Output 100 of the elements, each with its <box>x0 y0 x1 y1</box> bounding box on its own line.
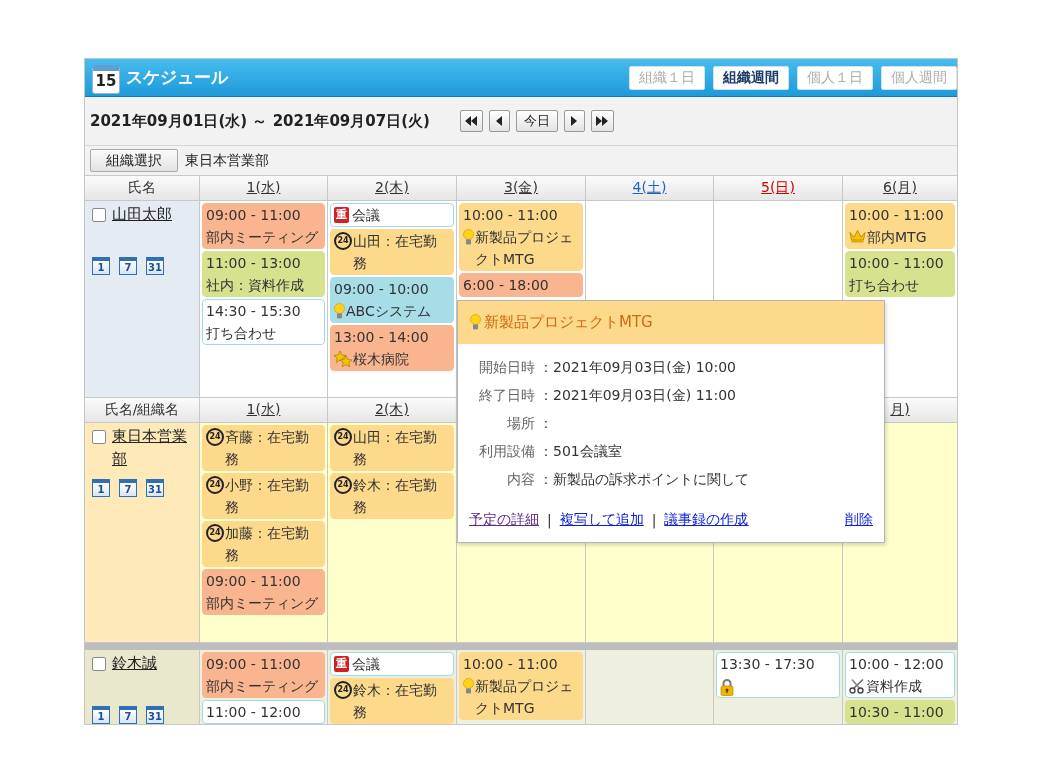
schedule-entry[interactable]: 6:00 - 18:00 <box>459 273 583 297</box>
action-link[interactable]: 予定の詳細 <box>469 511 539 529</box>
day-link[interactable]: 3(金) <box>504 179 538 197</box>
triangle-right-icon <box>571 116 577 126</box>
schedule-entry[interactable]: 重 会議 <box>330 203 454 227</box>
entry-time: 13:00 - 14:00 <box>334 329 429 345</box>
calendar-icon[interactable]: 7 <box>119 257 137 275</box>
view-tab[interactable]: 組織週間 <box>713 65 789 90</box>
day-link[interactable]: 4(土) <box>632 179 667 197</box>
entry-time: 10:00 - 11:00 <box>849 255 944 271</box>
next-button[interactable] <box>564 110 585 132</box>
day-link[interactable]: 6(月) <box>883 179 917 197</box>
action-link[interactable]: 議事録の作成 <box>664 511 749 529</box>
entry-time: 09:00 - 10:00 <box>334 281 429 297</box>
delete-link[interactable]: 削除 <box>845 511 873 529</box>
scissors-icon <box>849 678 865 694</box>
entry-title: 山田：在宅勤務 <box>353 232 438 273</box>
crown-icon <box>849 229 866 243</box>
entry-title: 打ち合わせ <box>849 276 919 295</box>
field-value: ：新製品の訴求ポイントに関して <box>539 471 749 489</box>
field-value: ：501会議室 <box>539 443 622 461</box>
calendar-logo: 15 <box>92 64 120 94</box>
schedule-entry[interactable]: 24 鈴木：在宅勤務 <box>330 678 454 724</box>
checkbox[interactable] <box>92 208 106 222</box>
schedule-entry[interactable]: 10:00 - 11:00 部内MTG <box>845 203 955 249</box>
name-link[interactable]: 東日本営業部 <box>112 425 195 471</box>
first-page-button[interactable] <box>460 110 483 132</box>
schedule-entry[interactable]: 11:00 - 12:00 <box>202 700 325 724</box>
column-header: 氏名/組織名 <box>85 398 199 422</box>
entry-title: 斉藤：在宅勤務 <box>225 428 310 469</box>
entry-time: 11:00 - 12:00 <box>206 704 301 720</box>
schedule-entry[interactable]: 09:00 - 11:00 部内ミーティング <box>202 569 325 615</box>
day-link[interactable]: 1(水) <box>246 179 281 197</box>
lightbulb-icon <box>470 314 481 331</box>
lightbulb-icon <box>463 678 474 695</box>
organization-select-button[interactable]: 組織選択 <box>90 149 178 172</box>
schedule-entry[interactable]: 14:30 - 15:30 打ち合わせ <box>202 299 325 345</box>
entry-title: 部内MTG <box>867 228 927 247</box>
name-link[interactable]: 鈴木誠 <box>112 652 157 675</box>
app-title: スケジュール <box>126 66 228 89</box>
previous-button[interactable] <box>489 110 510 132</box>
day-link[interactable]: 2(木) <box>375 401 409 419</box>
entry-time: 11:00 - 13:00 <box>206 255 301 271</box>
day-link[interactable]: 5(日) <box>761 179 795 197</box>
schedule-entry[interactable]: 11:00 - 13:00 社内：資料作成 <box>202 251 325 297</box>
rewind-icon <box>465 116 477 126</box>
schedule-entry[interactable]: 09:00 - 11:00 部内ミーティング <box>202 203 325 249</box>
entry-time: 09:00 - 11:00 <box>206 573 301 589</box>
lightbulb-icon <box>463 229 474 246</box>
schedule-entry[interactable]: 24 加藤：在宅勤務 <box>202 521 325 567</box>
schedule-entry[interactable]: 24 斉藤：在宅勤務 <box>202 425 325 471</box>
triangle-left-icon <box>496 116 502 126</box>
entry-title: 資料作成 <box>866 677 922 696</box>
link-separator: | <box>651 512 657 528</box>
entry-title: 会議 <box>352 206 380 225</box>
calendar-icon[interactable]: 7 <box>119 479 137 497</box>
schedule-entry[interactable]: 13:30 - 17:30 <box>716 652 840 698</box>
field-value: ：2021年09月03日(金) 10:00 <box>539 359 736 377</box>
schedule-entry[interactable]: 10:00 - 11:00 新製品プロジェクトMTG <box>459 652 583 720</box>
action-link[interactable]: 複写して追加 <box>559 511 644 529</box>
entry-title: 新製品プロジェクトMTG <box>475 677 574 718</box>
day-link[interactable]: 2(木) <box>375 179 409 197</box>
calendar-icon[interactable]: 1 <box>92 479 110 497</box>
schedule-entry[interactable]: 10:30 - 11:00 <box>845 700 955 724</box>
schedule-entry[interactable]: 10:00 - 11:00 打ち合わせ <box>845 251 955 297</box>
today-button[interactable]: 今日 <box>516 110 558 132</box>
schedule-entry[interactable]: 24 鈴木：在宅勤務 <box>330 473 454 519</box>
repeat-marker: 24 <box>206 524 224 542</box>
last-page-button[interactable] <box>591 110 614 132</box>
entry-title: 加藤：在宅勤務 <box>225 524 310 565</box>
repeat-marker: 24 <box>334 681 352 699</box>
schedule-entry[interactable]: 10:00 - 12:00 資料作成 <box>845 652 955 698</box>
entry-title: 部内ミーティング <box>206 677 318 696</box>
checkbox[interactable] <box>92 657 106 671</box>
schedule-entry[interactable]: 09:00 - 11:00 部内ミーティング <box>202 652 325 698</box>
calendar-icon[interactable]: 1 <box>92 257 110 275</box>
field-label: 開始日時 <box>479 359 535 377</box>
calendar-icon[interactable]: 31 <box>146 257 164 275</box>
calendar-icon[interactable]: 1 <box>92 706 110 724</box>
entry-title: 部内ミーティング <box>206 594 318 613</box>
schedule-entry[interactable]: 24 小野：在宅勤務 <box>202 473 325 519</box>
name-link[interactable]: 山田太郎 <box>112 203 172 226</box>
calendar-icon[interactable]: 31 <box>146 479 164 497</box>
calendar-icon[interactable]: 31 <box>146 706 164 724</box>
schedule-entry[interactable]: 24 山田：在宅勤務 <box>330 425 454 471</box>
stars-icon <box>334 351 352 367</box>
schedule-entry[interactable]: 10:00 - 11:00 新製品プロジェクトMTG <box>459 203 583 271</box>
field-value: ：2021年09月03日(金) 11:00 <box>539 387 736 405</box>
schedule-entry[interactable]: 13:00 - 14:00 桜木病院 <box>330 325 454 371</box>
schedule-entry[interactable]: 24 山田：在宅勤務 <box>330 229 454 275</box>
calendar-icon[interactable]: 7 <box>119 706 137 724</box>
entry-title: 桜木病院 <box>353 350 409 369</box>
schedule-entry[interactable]: 09:00 - 10:00 ABCシステム <box>330 277 454 323</box>
day-link[interactable]: 月) <box>890 401 910 419</box>
entry-time: 13:30 - 17:30 <box>720 656 815 672</box>
day-link[interactable]: 1(水) <box>246 401 281 419</box>
entry-title: 打ち合わせ <box>206 324 276 343</box>
checkbox[interactable] <box>92 430 106 444</box>
schedule-entry[interactable]: 重 会議 <box>330 652 454 676</box>
entry-time: 10:00 - 12:00 <box>849 656 944 672</box>
